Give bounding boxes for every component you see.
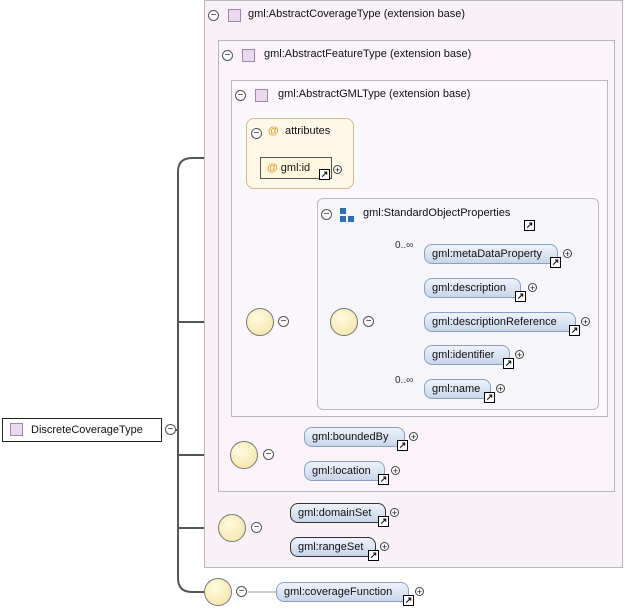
link-icon[interactable]: ↗ — [484, 392, 495, 403]
expand-icon[interactable]: + — [581, 317, 590, 327]
collapse-icon[interactable]: − — [236, 586, 247, 597]
attribute-icon: @ — [268, 125, 279, 137]
link-icon[interactable]: ↗ — [515, 291, 526, 302]
collapse-icon[interactable]: − — [251, 128, 262, 139]
complex-type-icon — [242, 49, 255, 62]
link-icon[interactable]: ↗ — [397, 440, 408, 451]
collapse-icon[interactable]: − — [208, 10, 219, 21]
attributes-label: attributes — [285, 125, 331, 137]
complex-type-icon — [228, 9, 241, 22]
collapse-icon[interactable]: − — [363, 316, 374, 327]
link-icon[interactable]: ↗ — [403, 595, 414, 606]
element-domainset[interactable]: gml:domainSet — [290, 503, 386, 523]
complex-type-icon — [10, 423, 23, 436]
element-description[interactable]: gml:description — [424, 278, 521, 298]
collapse-icon[interactable]: − — [321, 209, 332, 220]
element-boundedby[interactable]: gml:boundedBy — [304, 427, 405, 447]
attributes-box: − @ attributes @ gml:id ↗ + — [246, 118, 354, 189]
sequence-compositor[interactable] — [246, 308, 274, 336]
attribute-name: gml:id — [280, 162, 311, 174]
link-icon[interactable]: ↗ — [378, 474, 389, 485]
element-name[interactable]: gml:name — [424, 379, 491, 399]
link-icon[interactable]: ↗ — [550, 257, 561, 268]
extension-label: gml:AbstractFeatureType (extension base) — [264, 48, 472, 60]
collapse-icon[interactable]: − — [278, 316, 289, 327]
link-icon[interactable]: ↗ — [503, 358, 514, 369]
expand-icon[interactable]: + — [390, 508, 399, 518]
group-label: gml:StandardObjectProperties — [363, 207, 511, 219]
link-icon[interactable]: ↗ — [569, 325, 580, 336]
element-metadataproperty[interactable]: gml:metaDataProperty — [424, 244, 558, 264]
expand-icon[interactable]: + — [409, 432, 418, 442]
extension-label: gml:AbstractGMLType (extension base) — [278, 88, 471, 100]
collapse-icon[interactable]: − — [222, 50, 233, 61]
link-icon[interactable]: ↗ — [524, 220, 535, 231]
expand-icon[interactable]: + — [528, 283, 537, 293]
expand-icon[interactable]: + — [563, 249, 572, 259]
expand-icon[interactable]: + — [391, 466, 400, 476]
collapse-icon[interactable]: − — [165, 424, 176, 435]
link-icon[interactable]: ↗ — [368, 550, 379, 561]
complex-type-icon — [255, 89, 268, 102]
root-complex-type[interactable]: DiscreteCoverageType — [2, 418, 162, 442]
link-icon[interactable]: ↗ — [319, 169, 330, 180]
group-icon — [340, 208, 354, 222]
expand-icon[interactable]: + — [496, 384, 505, 394]
expand-icon[interactable]: + — [515, 350, 524, 360]
element-descriptionreference[interactable]: gml:descriptionReference — [424, 312, 576, 332]
element-location[interactable]: gml:location — [304, 461, 385, 481]
expand-icon[interactable]: + — [415, 587, 424, 597]
collapse-icon[interactable]: − — [263, 449, 274, 460]
sequence-compositor[interactable] — [230, 441, 258, 469]
root-label: DiscreteCoverageType — [31, 424, 143, 436]
attribute-icon: @ — [267, 162, 278, 174]
cardinality-label: 0..∞ — [395, 240, 414, 251]
collapse-icon[interactable]: − — [235, 90, 246, 101]
link-icon[interactable]: ↗ — [378, 516, 389, 527]
cardinality-label: 0..∞ — [395, 375, 414, 386]
element-coveragefunction[interactable]: gml:coverageFunction — [276, 582, 409, 602]
sequence-compositor[interactable] — [330, 308, 358, 336]
element-identifier[interactable]: gml:identifier — [424, 345, 510, 365]
collapse-icon[interactable]: − — [251, 522, 262, 533]
sequence-compositor[interactable] — [204, 578, 232, 606]
expand-icon[interactable]: + — [333, 165, 342, 175]
sequence-compositor[interactable] — [218, 514, 246, 542]
element-rangeset[interactable]: gml:rangeSet — [290, 537, 376, 557]
extension-label: gml:AbstractCoverageType (extension base… — [248, 8, 466, 20]
expand-icon[interactable]: + — [380, 542, 389, 552]
